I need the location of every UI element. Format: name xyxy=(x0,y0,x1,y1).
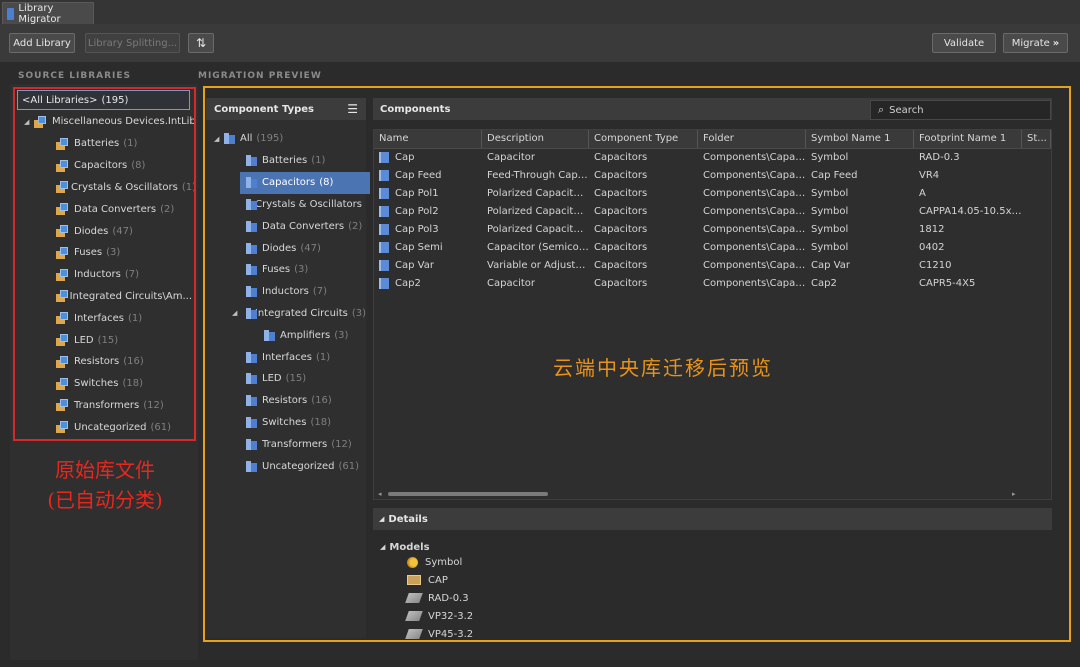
source-annotation: 原始库文件 (已自动分类) xyxy=(15,455,195,515)
library-migrator-icon xyxy=(7,7,15,20)
toolbar: Add Library Library Splitting... ⇅ Valid… xyxy=(0,24,1080,62)
source-libraries-title: SOURCE LIBRARIES xyxy=(18,71,132,81)
tab-label: Library Migrator xyxy=(18,2,61,25)
tab-library-migrator[interactable]: Library Migrator xyxy=(2,2,94,25)
preview-highlight-box xyxy=(203,86,1071,642)
validate-button[interactable]: Validate xyxy=(932,33,996,53)
refresh-button[interactable]: ⇅ xyxy=(188,33,214,53)
library-splitting-button[interactable]: Library Splitting... xyxy=(85,33,180,53)
migrate-label: Migrate xyxy=(1011,37,1050,49)
swap-arrows-icon: ⇅ xyxy=(195,36,207,50)
double-chevron-right-icon: » xyxy=(1052,37,1060,49)
annotation-line-2: (已自动分类) xyxy=(47,488,163,512)
migrate-button[interactable]: Migrate » xyxy=(1003,33,1068,53)
tab-bar: Library Migrator xyxy=(0,0,1080,25)
annotation-line-1: 原始库文件 xyxy=(55,458,155,482)
source-highlight-box xyxy=(13,87,196,441)
add-library-button[interactable]: Add Library xyxy=(9,33,75,53)
migration-preview-title: MIGRATION PREVIEW xyxy=(198,71,322,81)
